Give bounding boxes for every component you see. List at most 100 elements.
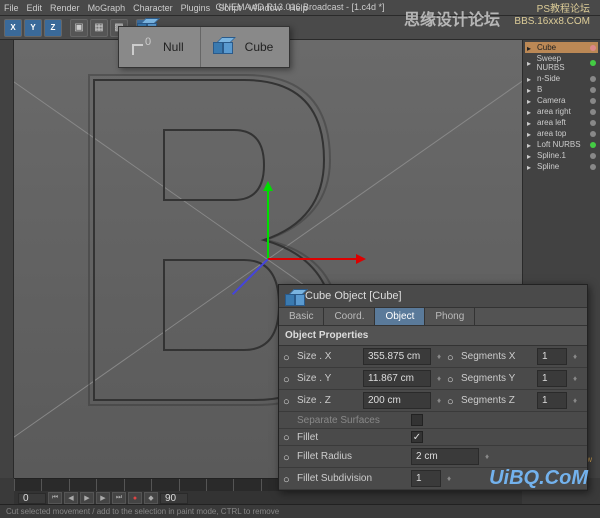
render-region-icon[interactable]: ▦: [90, 19, 108, 37]
axis-z-button[interactable]: Z: [44, 19, 62, 37]
attr-row: ○Size . Y♦○Segments Y♦: [279, 368, 587, 390]
menu-character[interactable]: Character: [133, 3, 173, 13]
visibility-dot[interactable]: [590, 164, 596, 170]
visibility-dot[interactable]: [590, 60, 596, 66]
object-name: n-Side: [537, 74, 560, 83]
hierarchy-item[interactable]: ▸Spline.1: [525, 150, 598, 161]
size-input[interactable]: [363, 370, 431, 387]
hierarchy-item[interactable]: ▸Loft NURBS: [525, 139, 598, 150]
spinner-icon[interactable]: ♦: [435, 396, 443, 405]
spinner-icon[interactable]: ♦: [571, 352, 579, 361]
time-end[interactable]: [160, 493, 188, 504]
hierarchy-item[interactable]: ▸n-Side: [525, 73, 598, 84]
menu-mograph[interactable]: MoGraph: [88, 3, 126, 13]
fillet-checkbox[interactable]: [411, 431, 423, 443]
hierarchy-item[interactable]: ▸Sweep NURBS: [525, 53, 598, 73]
axis-x[interactable]: [268, 258, 358, 260]
fillet-radius-label: Fillet Radius: [297, 451, 407, 462]
size-label: Size . X: [297, 351, 359, 362]
spinner-icon[interactable]: ♦: [483, 452, 491, 461]
fillet-radius-input[interactable]: [411, 448, 479, 465]
attr-tabs: Basic Coord. Object Phong: [279, 307, 587, 326]
visibility-dot[interactable]: [590, 153, 596, 159]
object-icon: ▸: [527, 163, 535, 171]
menu-plugins[interactable]: Plugins: [181, 3, 211, 13]
segments-input[interactable]: [537, 392, 567, 409]
menu-render[interactable]: Render: [50, 3, 80, 13]
cube-icon: [285, 289, 299, 303]
visibility-dot[interactable]: [590, 87, 596, 93]
popup-cube[interactable]: Cube: [201, 27, 290, 67]
tab-phong[interactable]: Phong: [425, 308, 475, 325]
autokey-icon[interactable]: ◆: [144, 492, 158, 504]
watermark-ps-2: BBS.16xx8.COM: [514, 16, 590, 28]
hierarchy-item[interactable]: ▸area left: [525, 117, 598, 128]
object-icon: ▸: [527, 86, 535, 94]
object-name: Sweep NURBS: [537, 54, 589, 72]
spinner-icon[interactable]: ♦: [435, 352, 443, 361]
spinner-icon[interactable]: ♦: [571, 374, 579, 383]
tab-object[interactable]: Object: [375, 308, 425, 325]
segments-input[interactable]: [537, 348, 567, 365]
visibility-dot[interactable]: [590, 98, 596, 104]
tab-basic[interactable]: Basic: [279, 308, 324, 325]
render-icon[interactable]: ▣: [70, 19, 88, 37]
spinner-icon[interactable]: ♦: [445, 474, 453, 483]
size-input[interactable]: [363, 348, 431, 365]
axis-x-arrow: [356, 254, 366, 264]
separate-surfaces-checkbox[interactable]: [411, 414, 423, 426]
time-start[interactable]: [18, 493, 46, 504]
attr-section-title: Object Properties: [279, 326, 587, 346]
size-label: Size . Y: [297, 373, 359, 384]
segments-label: Segments Z: [461, 395, 533, 406]
hierarchy-item[interactable]: ▸Cube: [525, 42, 598, 53]
null-icon: 0: [127, 33, 155, 61]
hierarchy-item[interactable]: ▸Camera: [525, 95, 598, 106]
separate-surfaces-label: Separate Surfaces: [297, 415, 407, 426]
axis-y-arrow: [263, 181, 273, 191]
prev-frame-icon[interactable]: ◀: [64, 492, 78, 504]
visibility-dot[interactable]: [590, 120, 596, 126]
menu-edit[interactable]: Edit: [27, 3, 43, 13]
window-title: CINEMA 4D R13.016 Broadcast - [1.c4d *]: [215, 2, 384, 12]
record-icon[interactable]: ●: [128, 492, 142, 504]
size-input[interactable]: [363, 392, 431, 409]
visibility-dot[interactable]: [590, 142, 596, 148]
toolbar: X Y Z ▣ ▦ ▩: [0, 16, 600, 40]
segments-input[interactable]: [537, 370, 567, 387]
next-frame-icon[interactable]: ▶: [96, 492, 110, 504]
attr-row: ○Size . X♦○Segments X♦: [279, 346, 587, 368]
visibility-dot[interactable]: [590, 131, 596, 137]
popup-null[interactable]: 0 Null: [119, 27, 201, 67]
axis-y[interactable]: [267, 189, 269, 259]
fillet-subdiv-input[interactable]: [411, 470, 441, 487]
watermark-ps-1: PS教程论坛: [514, 4, 590, 16]
spinner-icon[interactable]: ♦: [571, 396, 579, 405]
tab-coord[interactable]: Coord.: [324, 308, 375, 325]
object-name: area right: [537, 107, 571, 116]
menu-file[interactable]: File: [4, 3, 19, 13]
visibility-dot[interactable]: [590, 76, 596, 82]
axis-y-button[interactable]: Y: [24, 19, 42, 37]
statusbar: Cut selected movement / add to the selec…: [0, 504, 600, 518]
axis-x-button[interactable]: X: [4, 19, 22, 37]
object-name: Loft NURBS: [537, 140, 581, 149]
goto-end-icon[interactable]: ⏭: [112, 492, 126, 504]
fillet-label: Fillet: [297, 432, 407, 443]
hierarchy-item[interactable]: ▸area right: [525, 106, 598, 117]
hierarchy-item[interactable]: ▸B: [525, 84, 598, 95]
hierarchy-item[interactable]: ▸area top: [525, 128, 598, 139]
segments-label: Segments Y: [461, 373, 533, 384]
play-icon[interactable]: ▶: [80, 492, 94, 504]
hierarchy-item[interactable]: ▸Spline: [525, 161, 598, 172]
visibility-dot[interactable]: [590, 45, 596, 51]
spinner-icon[interactable]: ♦: [435, 374, 443, 383]
size-label: Size . Z: [297, 395, 359, 406]
popup-cube-label: Cube: [245, 40, 274, 54]
visibility-dot[interactable]: [590, 109, 596, 115]
goto-start-icon[interactable]: ⏮: [48, 492, 62, 504]
object-icon: ▸: [527, 130, 535, 138]
segments-label: Segments X: [461, 351, 533, 362]
svg-text:0: 0: [145, 36, 151, 48]
attribute-manager: Cube Object [Cube] Basic Coord. Object P…: [278, 284, 588, 491]
